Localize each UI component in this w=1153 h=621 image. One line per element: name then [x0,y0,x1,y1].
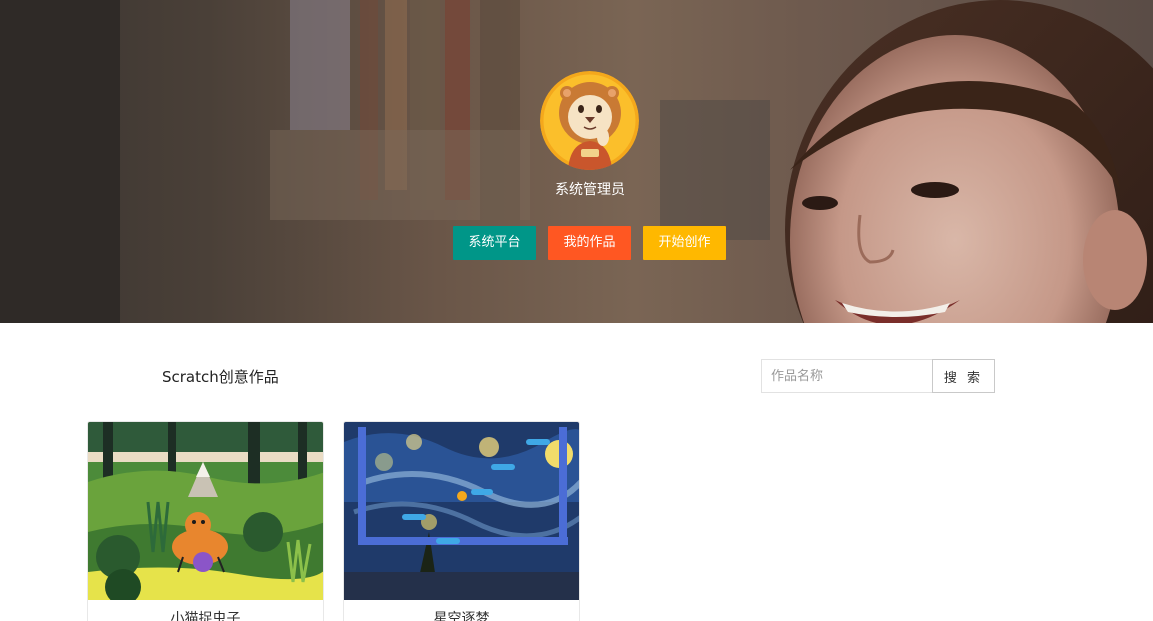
work-card[interactable]: 星空逐梦 [343,421,580,621]
starry-night-thumbnail[interactable] [344,422,579,600]
work-card[interactable]: 小猫捉虫子 [87,421,324,621]
start-creating-button[interactable]: 开始创作 [643,226,726,260]
work-title[interactable]: 星空逐梦 [344,608,579,621]
hero-banner: 系统管理员 系统平台 我的作品 开始创作 [0,0,1153,323]
username-label: 系统管理员 [555,182,625,198]
work-title[interactable]: 小猫捉虫子 [88,608,323,621]
section-title: Scratch创意作品 [162,368,279,386]
search-input[interactable] [761,359,933,393]
jungle-cat-thumbnail[interactable] [88,422,323,600]
lion-avatar-icon[interactable] [540,71,639,170]
search-button[interactable]: 搜 索 [932,359,995,393]
my-works-button[interactable]: 我的作品 [548,226,631,260]
system-platform-button[interactable]: 系统平台 [453,226,536,260]
